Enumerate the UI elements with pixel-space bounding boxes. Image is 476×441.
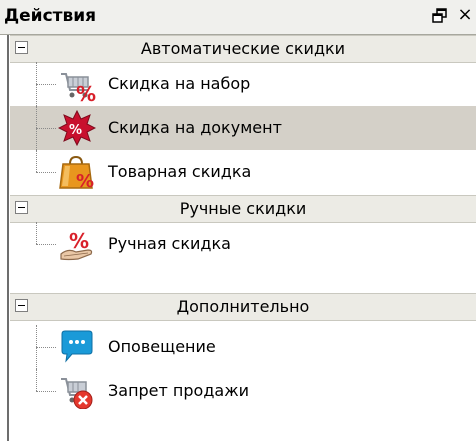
svg-text:%: % bbox=[69, 229, 89, 253]
tree-left-border bbox=[7, 35, 9, 441]
tree-item-label: Ручная скидка bbox=[108, 234, 231, 253]
group-header-automatic-discounts[interactable]: Автоматические скидки bbox=[10, 35, 476, 63]
tree-item-notification[interactable]: Оповещение bbox=[10, 325, 476, 369]
tree-item-label: Скидка на документ bbox=[108, 118, 282, 137]
panel-titlebar: Действия × bbox=[0, 0, 476, 35]
group-label: Ручные скидки bbox=[179, 199, 307, 218]
tree-item-bundle-discount[interactable]: % Скидка на набор bbox=[10, 62, 476, 106]
float-window-icon[interactable] bbox=[432, 6, 448, 26]
tree-item-label: Запрет продажи bbox=[108, 381, 250, 400]
group-label: Автоматические скидки bbox=[140, 39, 346, 58]
svg-text:%: % bbox=[76, 171, 94, 190]
group-label: Дополнительно bbox=[176, 297, 310, 316]
discount-bag-icon: % bbox=[59, 155, 94, 190]
cart-forbidden-icon bbox=[61, 378, 93, 409]
tree-item-label: Товарная скидка bbox=[108, 162, 252, 181]
discount-cart-icon: % bbox=[61, 73, 96, 102]
tree-item-document-discount[interactable]: % Скидка на документ bbox=[10, 106, 476, 150]
actions-tree: Автоматические скидки % Скидка на набор … bbox=[0, 35, 476, 441]
tree-item-product-discount[interactable]: % Товарная скидка bbox=[10, 150, 476, 194]
discount-starburst-icon: % bbox=[58, 110, 96, 146]
tree-item-label: Скидка на набор bbox=[108, 74, 251, 93]
svg-text:%: % bbox=[69, 123, 82, 138]
group-header-manual-discounts[interactable]: Ручные скидки bbox=[10, 195, 476, 223]
close-icon[interactable]: × bbox=[456, 4, 474, 26]
chat-bubble-icon bbox=[61, 330, 93, 363]
svg-text:%: % bbox=[76, 82, 96, 102]
actions-panel: Действия × Автоматические скидки % Скидк… bbox=[0, 0, 476, 441]
group-header-additional[interactable]: Дополнительно bbox=[10, 293, 476, 321]
discount-hand-icon: % bbox=[60, 229, 93, 261]
tree-item-sale-ban[interactable]: Запрет продажи bbox=[10, 369, 476, 413]
panel-title: Действия bbox=[4, 6, 97, 26]
tree-item-manual-discount[interactable]: % Ручная скидка bbox=[10, 222, 476, 266]
tree-item-label: Оповещение bbox=[108, 337, 216, 356]
